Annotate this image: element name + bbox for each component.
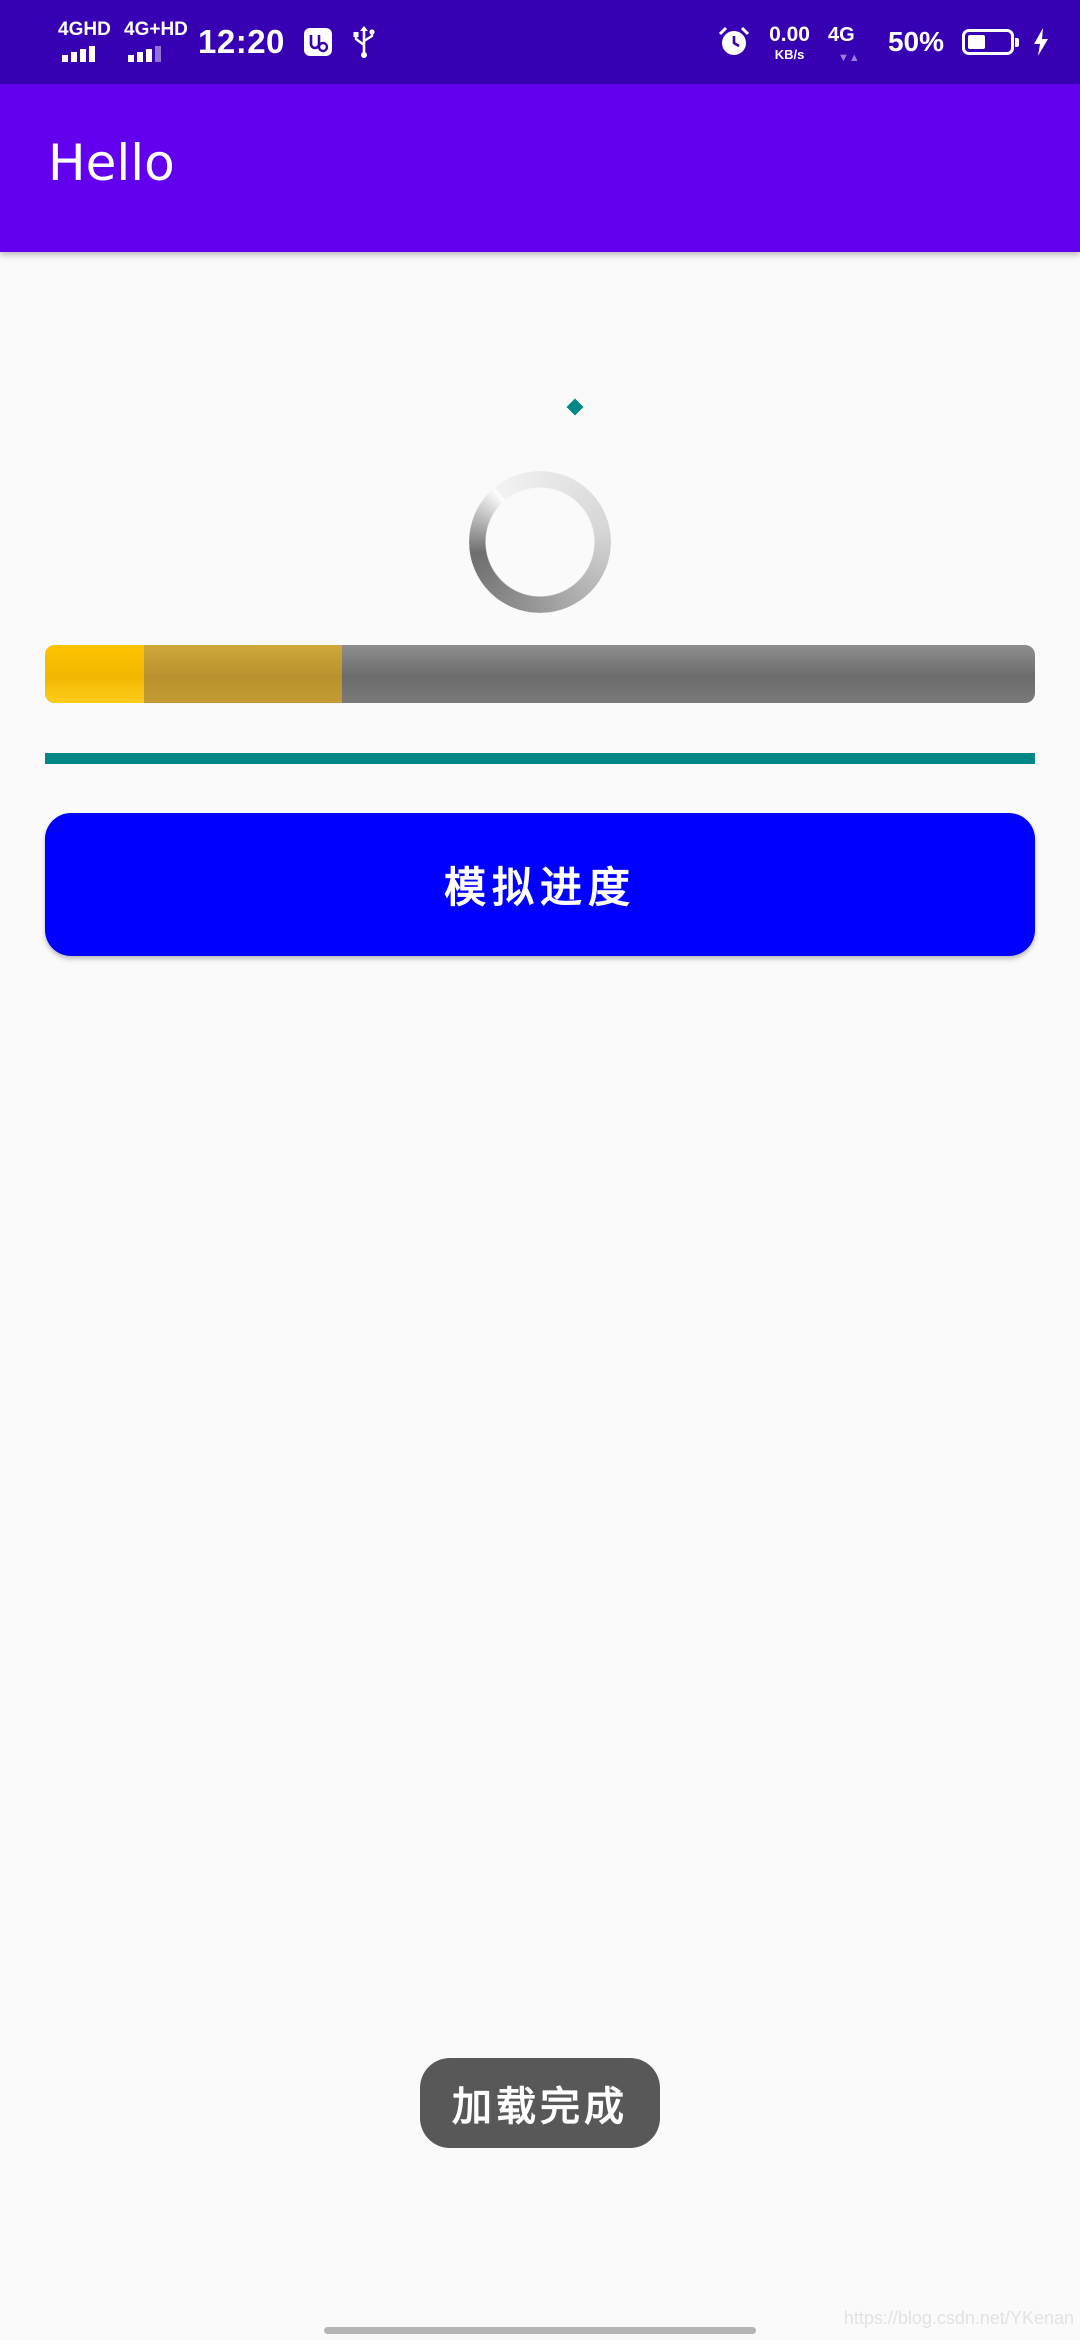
charging-icon <box>1032 27 1050 57</box>
net-speed-value: 0.00 <box>769 22 810 46</box>
sim2-label: 4G+HD <box>124 19 188 40</box>
progress-primary-fill <box>45 645 144 703</box>
net-speed-unit: KB/s <box>774 46 805 62</box>
simulate-progress-button[interactable]: 模拟进度 <box>45 813 1035 956</box>
battery-level <box>968 35 985 49</box>
app-notification-icon <box>303 27 333 57</box>
toolbar-title: Hello <box>48 134 175 192</box>
toast-message: 加载完成 <box>420 2058 660 2148</box>
usb-icon <box>351 25 377 59</box>
status-bar-right: 0.00 KB/s 4G ▼▲ 50% <box>717 0 1050 84</box>
signal-sim2-icon: 4G+HD <box>124 20 188 64</box>
screen: 4GHD 4G+HD 12:20 0.00 KB/s 4G ▼▲ 50% Hel… <box>0 0 1080 2340</box>
gesture-nav-handle[interactable] <box>324 2327 756 2334</box>
circular-progress-spinner <box>469 471 611 613</box>
horizontal-progress-bar <box>45 645 1035 703</box>
status-time: 12:20 <box>198 23 285 60</box>
linear-progress-track <box>45 753 1035 764</box>
signal-sim1-icon: 4GHD <box>58 20 111 64</box>
battery-icon <box>962 29 1019 55</box>
small-progress-indicator <box>566 398 584 416</box>
network-type-icon: 4G ▼▲ <box>827 24 860 64</box>
network-type-label: 4G <box>827 24 855 46</box>
battery-percent: 50% <box>887 26 944 57</box>
watermark-text: https://blog.csdn.net/YKenan <box>843 2308 1074 2328</box>
app-toolbar: Hello <box>0 84 1080 252</box>
status-bar-left: 4GHD 4G+HD 12:20 <box>58 0 377 84</box>
network-speed: 0.00 KB/s <box>769 24 810 61</box>
sim1-label: 4GHD <box>58 19 111 40</box>
status-bar: 4GHD 4G+HD 12:20 0.00 KB/s 4G ▼▲ 50% <box>0 0 1080 84</box>
alarm-icon <box>717 25 751 59</box>
